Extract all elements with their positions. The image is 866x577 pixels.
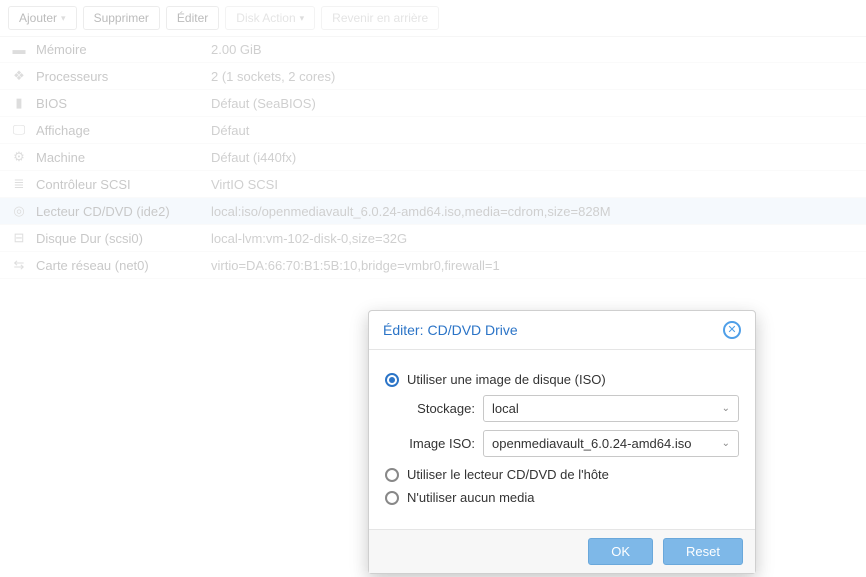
dialog-footer: OK Reset [369, 529, 755, 573]
hdd-icon: ⊟ [10, 230, 28, 246]
dialog-title: CD/DVD Drive [427, 322, 517, 338]
hardware-name: Carte réseau (net0) [36, 258, 211, 273]
hardware-row[interactable]: ⚙ MachineDéfaut (i440fx) [0, 144, 866, 171]
cd-icon: ◎ [10, 203, 28, 219]
chevron-down-icon: ⌄ [722, 438, 730, 449]
hardware-value: Défaut (SeaBIOS) [211, 96, 856, 111]
hardware-name: Mémoire [36, 42, 211, 57]
hardware-name: Processeurs [36, 69, 211, 84]
hardware-list: ▬ Mémoire2.00 GiB ❖ Processeurs2 (1 sockets… [0, 37, 866, 279]
hardware-row[interactable]: ❖ Processeurs2 (1 sockets, 2 cores) [0, 63, 866, 90]
radio-icon [385, 468, 399, 482]
hardware-row[interactable]: ⇆ Carte réseau (net0)virtio=DA:66:70:B1:5… [0, 252, 866, 279]
iso-form: Stockage: local ⌄ Image ISO: openmediava… [407, 395, 739, 457]
hardware-name: Lecteur CD/DVD (ide2) [36, 204, 211, 219]
net-icon: ⇆ [10, 257, 28, 273]
hardware-row[interactable]: ▮ BIOSDéfaut (SeaBIOS) [0, 90, 866, 117]
hardware-value: local:iso/openmediavault_6.0.24-amd64.is… [211, 204, 856, 219]
add-label: Ajouter [19, 11, 57, 25]
hardware-value: VirtIO SCSI [211, 177, 856, 192]
radio-no-media[interactable]: N'utiliser aucun media [385, 490, 739, 505]
radio-label: Utiliser une image de disque (ISO) [407, 372, 606, 387]
hardware-row[interactable]: ≣ Contrôleur SCSIVirtIO SCSI [0, 171, 866, 198]
edit-cddvd-dialog: Éditer: CD/DVD Drive ✕ Utiliser une imag… [368, 310, 756, 574]
radio-use-host[interactable]: Utiliser le lecteur CD/DVD de l'hôte [385, 467, 739, 482]
cpu-icon: ❖ [10, 68, 28, 84]
iso-label: Image ISO: [407, 436, 483, 451]
iso-select[interactable]: openmediavault_6.0.24-amd64.iso ⌄ [483, 430, 739, 457]
disk-action-button[interactable]: Disk Action ▾ [225, 6, 315, 30]
hardware-value: 2.00 GiB [211, 42, 856, 57]
radio-label: Utiliser le lecteur CD/DVD de l'hôte [407, 467, 609, 482]
radio-use-iso[interactable]: Utiliser une image de disque (ISO) [385, 372, 739, 387]
storage-label: Stockage: [407, 401, 483, 416]
storage-value: local [492, 401, 519, 416]
dialog-header: Éditer: CD/DVD Drive ✕ [369, 311, 755, 350]
hardware-row[interactable]: ⊟ Disque Dur (scsi0)local-lvm:vm-102-disk… [0, 225, 866, 252]
hardware-value: 2 (1 sockets, 2 cores) [211, 69, 856, 84]
radio-icon [385, 373, 399, 387]
chevron-down-icon: ▾ [300, 13, 305, 24]
chevron-down-icon: ▾ [61, 13, 66, 24]
hardware-row[interactable]: ▬ Mémoire2.00 GiB [0, 37, 866, 63]
hardware-name: Contrôleur SCSI [36, 177, 211, 192]
hardware-value: Défaut [211, 123, 856, 138]
ok-button[interactable]: OK [588, 538, 653, 565]
chevron-down-icon: ⌄ [722, 403, 730, 414]
dialog-title-prefix: Éditer: [383, 322, 423, 338]
hardware-value: virtio=DA:66:70:B1:5B:10,bridge=vmbr0,fi… [211, 258, 856, 273]
radio-label: N'utiliser aucun media [407, 490, 535, 505]
radio-icon [385, 491, 399, 505]
hardware-value: local-lvm:vm-102-disk-0,size=32G [211, 231, 856, 246]
remove-button[interactable]: Supprimer [83, 6, 160, 30]
hardware-row[interactable]: ◎ Lecteur CD/DVD (ide2)local:iso/openmedi… [0, 198, 866, 225]
hardware-row[interactable]: 🖵 AffichageDéfaut [0, 117, 866, 144]
dialog-body: Utiliser une image de disque (ISO) Stock… [369, 350, 755, 529]
hardware-name: Machine [36, 150, 211, 165]
add-button[interactable]: Ajouter ▾ [8, 6, 77, 30]
hardware-name: Affichage [36, 123, 211, 138]
machine-icon: ⚙ [10, 149, 28, 165]
hardware-name: BIOS [36, 96, 211, 111]
edit-button[interactable]: Éditer [166, 6, 219, 30]
hardware-name: Disque Dur (scsi0) [36, 231, 211, 246]
toolbar: Ajouter ▾ Supprimer Éditer Disk Action ▾… [0, 0, 866, 37]
bios-icon: ▮ [10, 95, 28, 111]
revert-button[interactable]: Revenir en arrière [321, 6, 439, 30]
hardware-value: Défaut (i440fx) [211, 150, 856, 165]
memory-icon: ▬ [10, 42, 28, 57]
iso-value: openmediavault_6.0.24-amd64.iso [492, 436, 691, 451]
scsi-icon: ≣ [10, 176, 28, 192]
disk-action-label: Disk Action [236, 11, 295, 25]
display-icon: 🖵 [10, 122, 28, 138]
storage-select[interactable]: local ⌄ [483, 395, 739, 422]
reset-button[interactable]: Reset [663, 538, 743, 565]
close-icon[interactable]: ✕ [723, 321, 741, 339]
